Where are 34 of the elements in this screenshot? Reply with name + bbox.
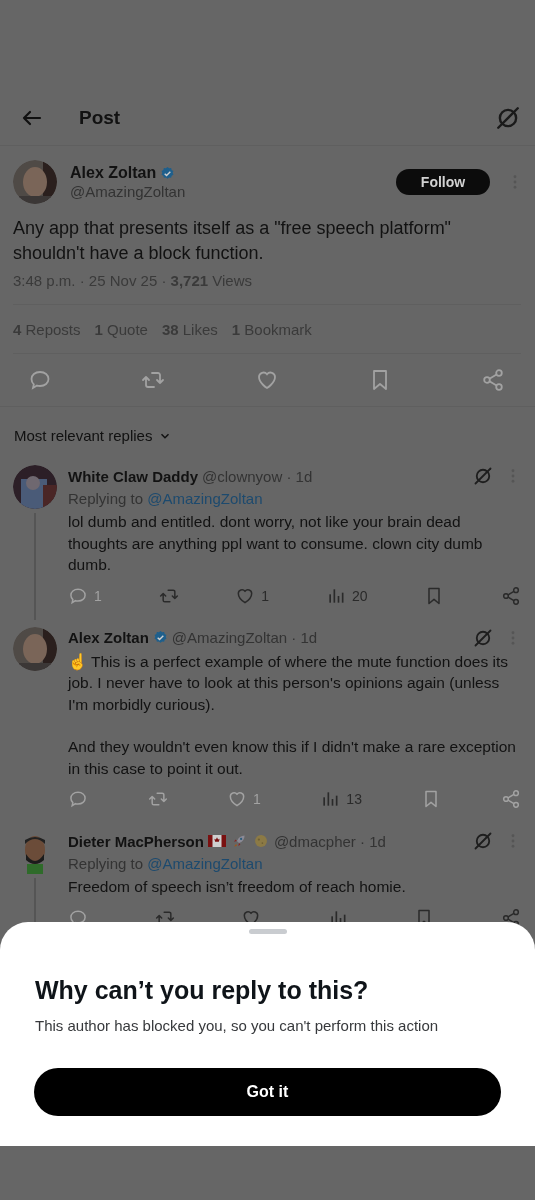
repost-icon (147, 789, 168, 809)
reply-author-name[interactable]: White Claw Daddy (68, 467, 198, 485)
slashed-circle-icon[interactable] (473, 831, 493, 851)
flag-icon (207, 834, 226, 848)
mention-link[interactable]: @AmazingZoltan (147, 855, 263, 872)
reply-text: ☝ This is a perfect example of where the mute function does its job. I never have to look at this person's opinions again (unless I'm morbidly curious). (68, 651, 509, 715)
slashed-circle-icon[interactable] (473, 627, 493, 648)
reply-author-name[interactable]: Alex Zoltan (68, 629, 149, 646)
avatar[interactable] (13, 626, 57, 671)
mention-link[interactable]: @AmazingZoltan (147, 490, 263, 507)
page-title: Post (79, 106, 122, 129)
speech-bubble-icon (68, 789, 88, 809)
bar-chart-button[interactable]: 13 (320, 789, 362, 809)
follow-button[interactable]: Follow (396, 169, 490, 195)
sheet-title: Why can’t you reply to this? (35, 976, 370, 1005)
share-icon (500, 789, 521, 809)
sheet-message: This author has blocked you, so you can't perform this action (35, 1017, 440, 1034)
reply-author-name[interactable]: Dieter MacPherson (68, 832, 204, 850)
avatar[interactable] (13, 465, 57, 509)
author-name[interactable]: Alex Zoltan (70, 164, 157, 182)
got-it-button[interactable]: Got it (34, 1068, 501, 1116)
post-text: Any app that presents itself as a "free speech platform" shouldn't have a block function. (13, 217, 452, 265)
reply-text: Freedom of speech isn’t freedom of reach homie. (68, 877, 407, 897)
bar-chart-icon (320, 789, 341, 809)
sort-dropdown[interactable]: Most relevant replies (0, 407, 187, 458)
share-icon (501, 585, 521, 606)
slashed-circle-icon[interactable] (495, 104, 521, 131)
reply-text: And they wouldn't even know this if I didn't make a rare exception in this case to point it out. (68, 737, 517, 779)
avatar[interactable] (13, 160, 57, 204)
bar-chart-button[interactable]: 20 (325, 585, 368, 606)
heart-button[interactable]: 1 (235, 585, 270, 606)
reply-text: lol dumb and entitled. dont worry, not like your brain dead thoughts are anything ppl want to consume. clown city dumb dumb. (68, 512, 484, 575)
slashed-circle-icon[interactable] (473, 466, 493, 486)
drag-handle[interactable] (248, 929, 287, 934)
